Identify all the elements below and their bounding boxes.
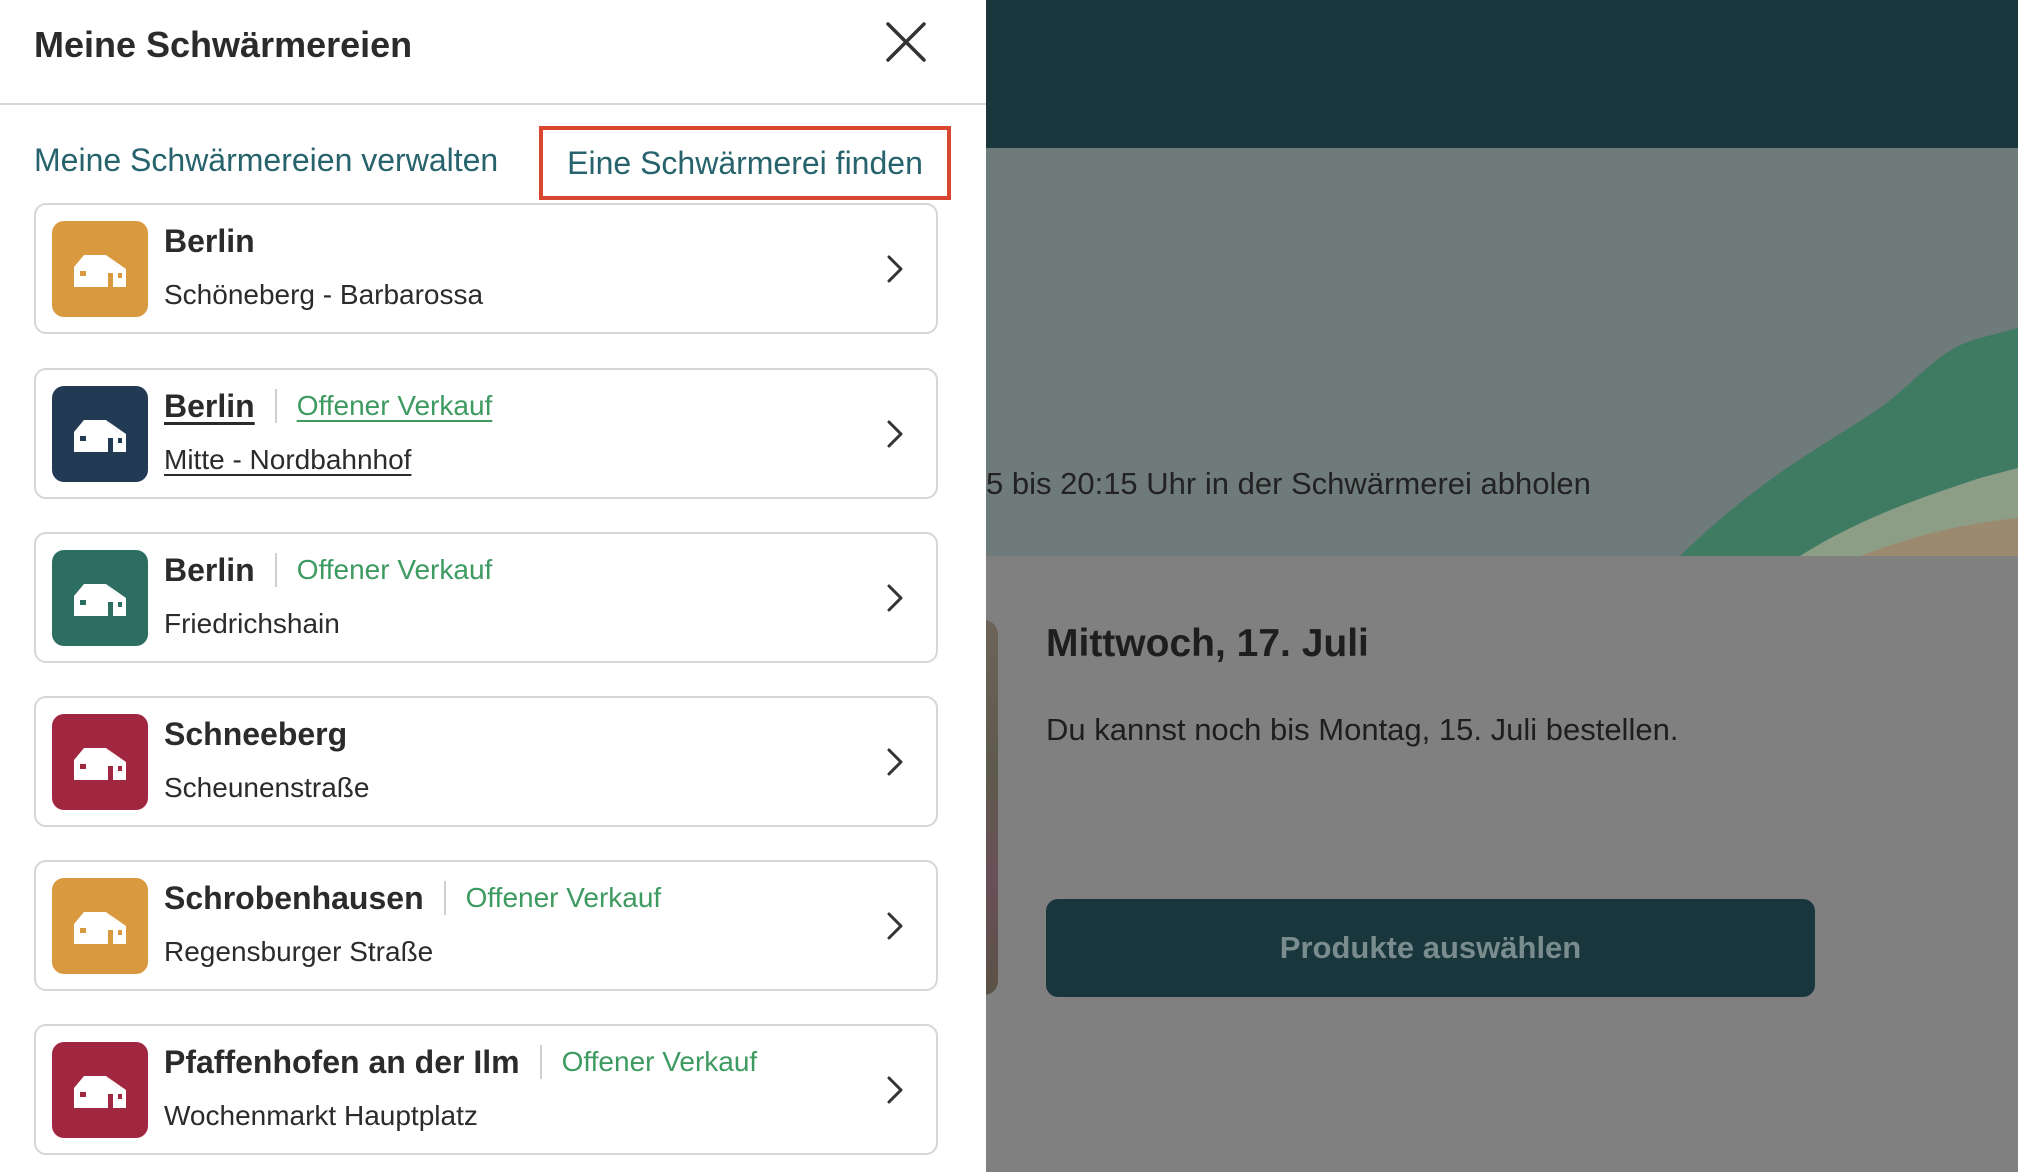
close-icon [886,22,926,62]
hive-icon-box [52,221,148,317]
hive-title-row: Berlin Offener Verkauf [164,386,492,426]
hive-title-row: Schneeberg [164,714,347,754]
title-separator [443,881,446,915]
open-sale-tag: Offener Verkauf [296,554,493,585]
close-button[interactable] [880,16,932,68]
find-hive-link-highlight[interactable]: Eine Schwärmerei finden [539,126,951,200]
barn-icon [74,584,126,616]
hive-location: Wochenmarkt Hauptplatz [164,1100,478,1131]
hive-location: Friedrichshain [164,608,340,639]
manage-hives-link[interactable]: Meine Schwärmereien verwalten [34,142,498,179]
hive-item[interactable]: Pfaffenhofen an der Ilm Offener Verkauf … [34,1024,938,1155]
hive-city: Pfaffenhofen an der Ilm [164,1043,520,1080]
drawer-header: Meine Schwärmereien [0,0,986,105]
find-hive-link[interactable]: Eine Schwärmerei finden [567,145,923,182]
hive-item[interactable]: Schneeberg Scheunenstraße [34,696,938,827]
title-separator [274,389,277,423]
hive-city: Schneeberg [164,715,348,752]
chevron-right-icon [887,912,903,940]
chevron-right-icon [887,584,903,612]
barn-icon [74,912,126,944]
open-sale-tag: Offener Verkauf [561,1046,758,1077]
delivery-date: Mittwoch, 17. Juli [1046,622,1369,665]
hive-icon-box [52,550,148,646]
hive-location: Schöneberg - Barbarossa [164,279,484,310]
hive-item[interactable]: Berlin Offener Verkauf Friedrichshain [34,532,938,663]
title-separator [539,1045,542,1079]
hive-city: Berlin [164,222,255,259]
chevron-right-icon [887,748,903,776]
hive-title-row: Berlin Offener Verkauf [164,550,492,590]
hive-icon-box [52,878,148,974]
hive-location: Regensburger Straße [164,936,434,967]
barn-icon [74,420,126,452]
chevron-right-icon [887,1076,903,1104]
hive-icon-box [52,714,148,810]
hive-icon-box [52,386,148,482]
chevron-right-icon [887,420,903,448]
hive-item[interactable]: Schrobenhausen Offener Verkauf Regensbur… [34,860,938,991]
pickup-time-text: 5 bis 20:15 Uhr in der Schwärmerei abhol… [986,466,1591,501]
hive-city: Berlin [164,551,255,588]
hive-title-row: Schrobenhausen Offener Verkauf [164,878,661,918]
hive-icon-box [52,1042,148,1138]
hive-location: Scheunenstraße [164,772,370,803]
barn-icon [74,255,126,287]
my-hives-drawer: Meine Schwärmereien Meine Schwärmereien … [0,0,986,1172]
order-deadline-text: Du kannst noch bis Montag, 15. Juli best… [1046,712,1679,747]
chevron-right-icon [887,255,903,283]
hive-city: Berlin [164,387,255,424]
hive-title-row: Berlin [164,221,255,261]
select-products-button[interactable]: Produkte auswählen [1046,899,1815,997]
open-sale-tag: Offener Verkauf [465,882,662,913]
barn-icon [74,1076,126,1108]
drawer-title: Meine Schwärmereien [34,24,413,65]
hive-item[interactable]: Berlin Schöneberg - Barbarossa [34,203,938,334]
hive-city: Schrobenhausen [164,879,424,916]
hive-location: Mitte - Nordbahnhof [164,444,412,475]
hive-item[interactable]: Berlin Offener Verkauf Mitte - Nordbahnh… [34,368,938,499]
hive-title-row: Pfaffenhofen an der Ilm Offener Verkauf [164,1042,757,1082]
barn-icon [74,748,126,780]
title-separator [274,553,277,587]
open-sale-tag: Offener Verkauf [296,390,493,421]
